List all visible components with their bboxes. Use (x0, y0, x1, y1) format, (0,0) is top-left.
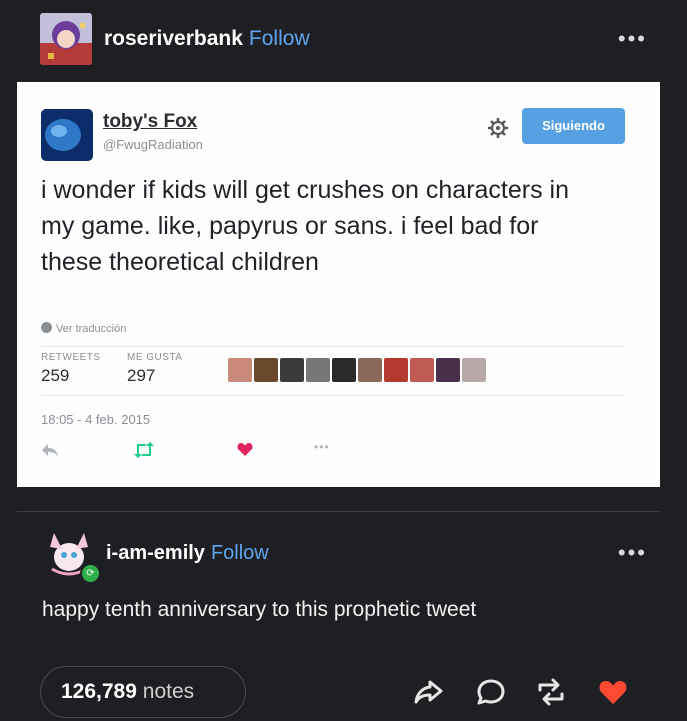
retweets-label: RETWEETS (41, 352, 101, 363)
more-options-icon[interactable]: ••• (618, 28, 647, 50)
reblog-icon[interactable] (535, 676, 567, 708)
reply-icon (42, 444, 58, 457)
tweet-more-icon: ••• (314, 440, 330, 454)
likers-avatars (228, 358, 488, 384)
divider (41, 395, 625, 396)
liker-avatar (254, 358, 278, 382)
liker-avatar (332, 358, 356, 382)
avatar[interactable] (40, 13, 92, 65)
liker-avatar (410, 358, 434, 382)
reblog-follow-button[interactable]: Follow (211, 542, 269, 564)
retweets-stat: RETWEETS 259 (41, 352, 101, 386)
tweet-handle: @FwugRadiation (103, 137, 203, 152)
retweet-icon (134, 442, 154, 458)
liker-avatar (306, 358, 330, 382)
divider (17, 511, 660, 512)
tweet-actions: ••• (41, 440, 441, 466)
retweets-value: 259 (41, 366, 70, 385)
follow-button[interactable]: Follow (249, 27, 310, 50)
liker-avatar (384, 358, 408, 382)
comment-icon[interactable] (475, 676, 507, 708)
username[interactable]: roseriverbank Follow (104, 27, 310, 51)
likes-stat: ME GUSTA 297 (127, 352, 182, 386)
reblog-more-options-icon[interactable]: ••• (618, 542, 647, 564)
translate-label: Ver traducción (56, 323, 127, 335)
translate-link: Ver traducción (41, 322, 126, 335)
notes-button[interactable]: 126,789 notes (40, 666, 246, 718)
liker-avatar (358, 358, 382, 382)
reblog-text: happy tenth anniversary to this propheti… (42, 598, 477, 621)
reblog-username[interactable]: i-am-emily Follow (106, 542, 269, 565)
tweet-avatar (41, 109, 93, 161)
likes-value: 297 (127, 366, 156, 385)
share-icon[interactable] (413, 676, 445, 708)
tweet-date: 18:05 - 4 feb. 2015 (41, 412, 151, 427)
tweet-image: toby's Fox @FwugRadiation Siguiendo i wo… (17, 82, 660, 487)
username-text[interactable]: roseriverbank (104, 27, 243, 50)
tweet-text: i wonder if kids will get crushes on cha… (41, 176, 570, 276)
following-button: Siguiendo (522, 108, 625, 144)
liker-avatar (228, 358, 252, 382)
heart-icon[interactable] (597, 676, 629, 708)
like-icon (237, 443, 253, 456)
tweet-display-name: toby's Fox (103, 111, 198, 132)
likes-label: ME GUSTA (127, 352, 183, 363)
reblog-username-text[interactable]: i-am-emily (106, 542, 205, 564)
notes-label: notes (142, 680, 195, 703)
post-header: roseriverbank Follow ••• (0, 0, 687, 80)
liker-avatar (280, 358, 304, 382)
divider (41, 346, 625, 347)
gear-icon (488, 118, 508, 138)
liker-avatar (462, 358, 486, 382)
liker-avatar (436, 358, 460, 382)
reblog-badge-icon: ⟳ (80, 563, 101, 584)
globe-icon (41, 322, 52, 333)
notes-count: 126,789 (61, 680, 137, 703)
